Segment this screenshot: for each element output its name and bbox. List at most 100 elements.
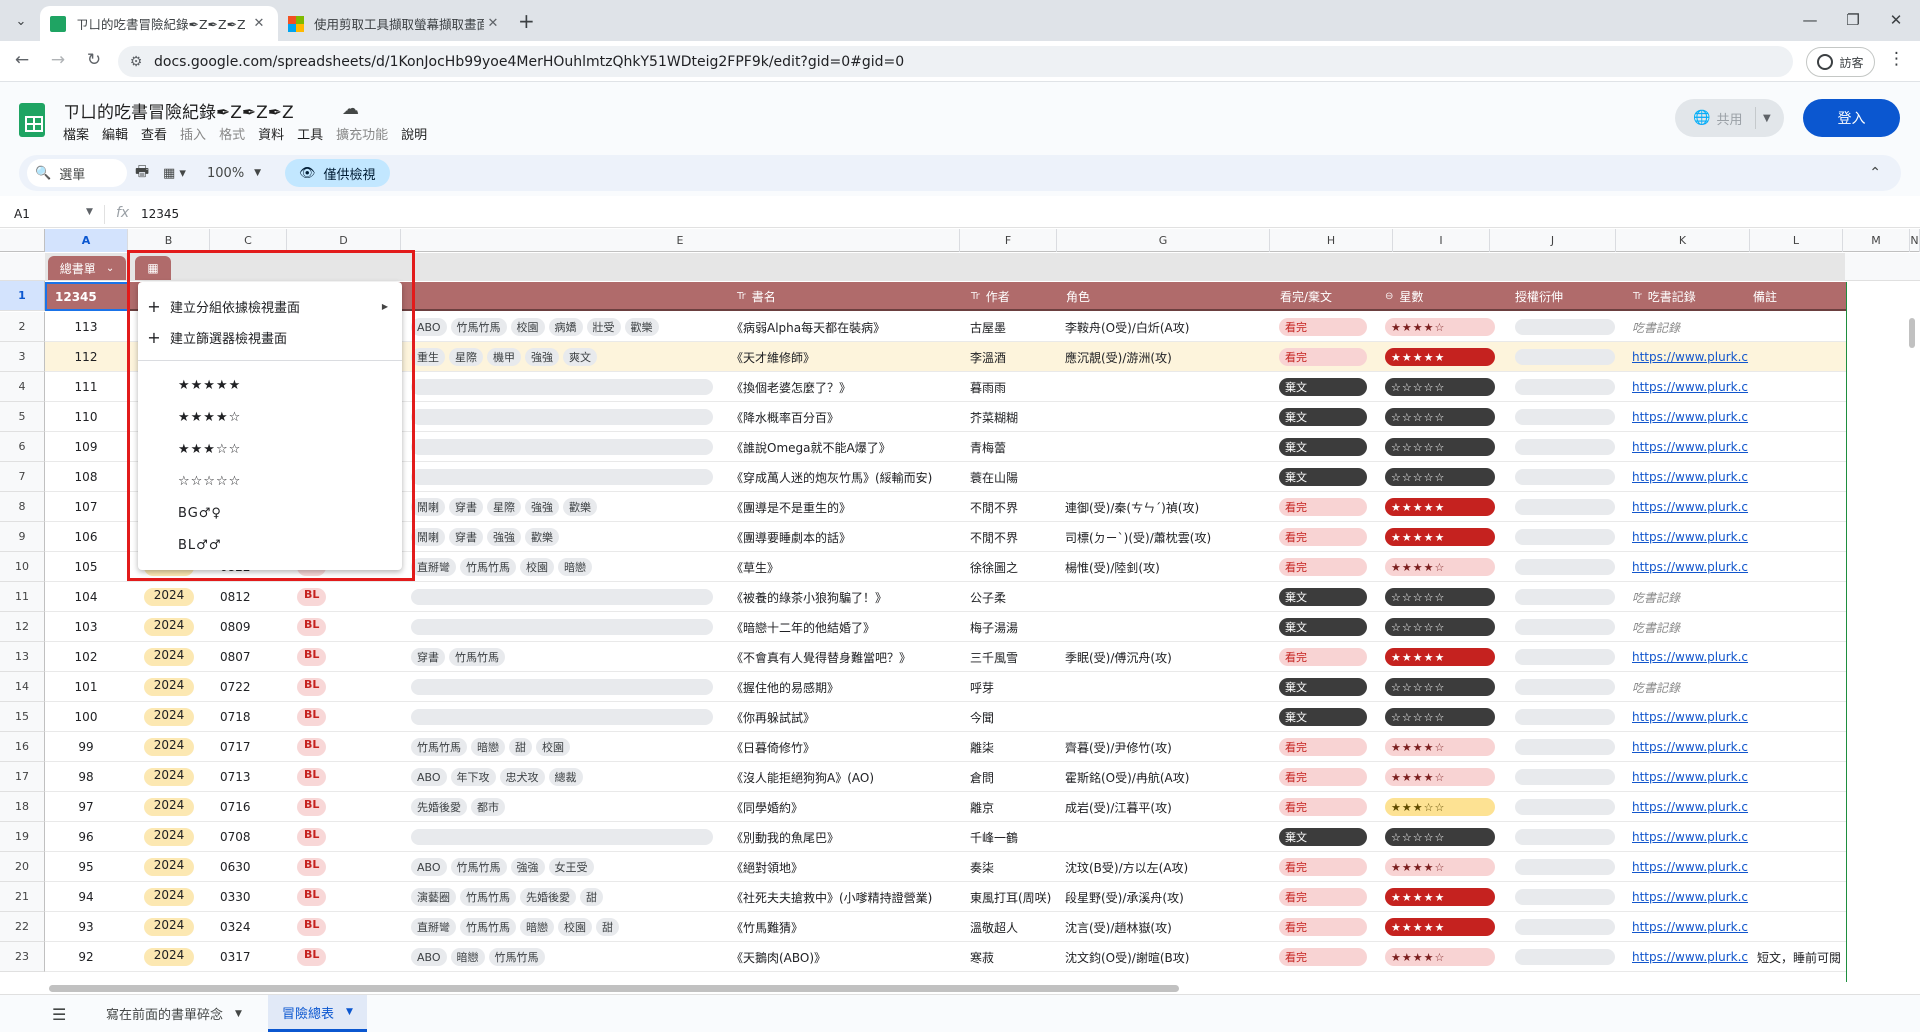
- id-cell[interactable]: 105: [45, 552, 127, 582]
- scroll-thumb[interactable]: [49, 985, 1179, 992]
- record-cell[interactable]: https://www.plurk.c: [1632, 342, 1755, 372]
- record-cell[interactable]: https://www.plurk.c: [1632, 552, 1755, 582]
- auth-cell[interactable]: [1515, 702, 1635, 732]
- status-cell[interactable]: 看完: [1279, 522, 1379, 552]
- tags-cell[interactable]: [411, 672, 751, 702]
- year-cell[interactable]: 2024: [128, 672, 210, 702]
- status-cell[interactable]: 看完: [1279, 852, 1379, 882]
- row-header[interactable]: 13: [0, 642, 45, 672]
- table-row[interactable]: 98 2024 0713 BL ABO 年下攻 忠犬攻 總裁 《沒人能拒絕狗狗A》(AO) 倉問霍…: [45, 762, 1846, 792]
- table-row[interactable]: 102 2024 0807 BL 穿書 竹馬竹馬 《不會真有人覺得替身難當吧？》 三千風雪 季眠…: [45, 642, 1846, 672]
- url-omnibox[interactable]: ⚙ docs.google.com/spreadsheets/d/1KonJoc…: [118, 46, 1793, 77]
- tags-cell[interactable]: 鬧喇 穿書 星際 強強 歡樂: [411, 492, 751, 522]
- date-cell[interactable]: 0330: [220, 882, 290, 912]
- table-row[interactable]: 96 2024 0708 BL 《別動我的魚尾巴》 千峰一鶴 棄文 ☆☆☆☆☆ https://…: [45, 822, 1846, 852]
- share-dropdown-icon[interactable]: ▼: [1763, 113, 1771, 124]
- book-cell[interactable]: 《降水概率百分百》: [731, 402, 1001, 432]
- year-cell[interactable]: 2024: [128, 732, 210, 762]
- category-cell[interactable]: BL: [297, 642, 357, 672]
- column-header-k[interactable]: K: [1616, 229, 1750, 252]
- status-cell[interactable]: 看完: [1279, 492, 1379, 522]
- role-cell[interactable]: 霍斯銘(O受)/冉航(A攻): [1065, 762, 1280, 792]
- author-cell[interactable]: 東風打耳(周咲): [970, 882, 1065, 912]
- table-tools-icon[interactable]: ▦ ▾: [163, 155, 186, 191]
- status-cell[interactable]: 棄文: [1279, 702, 1379, 732]
- auth-cell[interactable]: [1515, 792, 1635, 822]
- browser-tab-sheets[interactable]: ㄗㄩ的吃書冒險紀錄✒Z✒Z✒Z ✕: [40, 6, 278, 41]
- status-cell[interactable]: 看完: [1279, 642, 1379, 672]
- date-cell[interactable]: 0630: [220, 852, 290, 882]
- stars-cell[interactable]: ★★★☆☆: [1385, 792, 1510, 822]
- date-cell[interactable]: 0807: [220, 642, 290, 672]
- remark-cell[interactable]: [1757, 582, 1847, 612]
- row-header[interactable]: 7: [0, 462, 45, 492]
- column-header-g[interactable]: G: [1057, 229, 1270, 252]
- category-cell[interactable]: BL: [297, 672, 357, 702]
- remark-cell[interactable]: [1757, 612, 1847, 642]
- forward-arrow-icon[interactable]: →: [46, 50, 70, 70]
- row-header[interactable]: 3: [0, 342, 45, 372]
- tags-cell[interactable]: ABO 竹馬竹馬 校園 病嬌 壯受 歡樂: [411, 312, 751, 342]
- remark-cell[interactable]: [1757, 402, 1847, 432]
- remark-cell[interactable]: [1757, 342, 1847, 372]
- tags-cell[interactable]: [411, 612, 751, 642]
- author-cell[interactable]: 青梅蕾: [970, 432, 1065, 462]
- stars-cell[interactable]: ☆☆☆☆☆: [1385, 462, 1510, 492]
- back-arrow-icon[interactable]: ←: [10, 50, 34, 70]
- remark-cell[interactable]: [1757, 822, 1847, 852]
- auth-cell[interactable]: [1515, 312, 1635, 342]
- remark-cell[interactable]: [1757, 462, 1847, 492]
- menu-insert[interactable]: 插入: [180, 124, 206, 143]
- row-header[interactable]: 12: [0, 612, 45, 642]
- author-cell[interactable]: 溫敬超人: [970, 912, 1065, 942]
- document-title[interactable]: ㄗㄩ的吃書冒險紀錄✒Z✒Z✒Z: [63, 98, 294, 123]
- id-cell[interactable]: 92: [45, 942, 127, 972]
- year-cell[interactable]: 2024: [128, 762, 210, 792]
- browser-tab-snipping[interactable]: 使用剪取工具擷取螢幕擷取畫面 ✕: [278, 6, 512, 41]
- row-header[interactable]: 22: [0, 912, 45, 942]
- row-header[interactable]: 11: [0, 582, 45, 612]
- id-cell[interactable]: 103: [45, 612, 127, 642]
- remark-cell[interactable]: [1757, 642, 1847, 672]
- record-cell[interactable]: 吃書記錄: [1632, 312, 1755, 342]
- scroll-thumb[interactable]: [1909, 318, 1915, 348]
- tab-search-chevron-icon[interactable]: ⌄: [8, 8, 34, 34]
- date-cell[interactable]: 0718: [220, 702, 290, 732]
- row-header[interactable]: 20: [0, 852, 45, 882]
- role-cell[interactable]: 成岩(受)/江暮平(攻): [1065, 792, 1280, 822]
- id-cell[interactable]: 108: [45, 462, 127, 492]
- book-cell[interactable]: 《天鵝肉(ABO)》: [731, 942, 1001, 972]
- author-cell[interactable]: 呼芽: [970, 672, 1065, 702]
- column-header-d[interactable]: D: [287, 229, 401, 252]
- book-cell[interactable]: 《竹馬難猜》: [731, 912, 1001, 942]
- column-header-b[interactable]: B: [128, 229, 210, 252]
- id-cell[interactable]: 112: [45, 342, 127, 372]
- status-cell[interactable]: 棄文: [1279, 432, 1379, 462]
- browser-menu-icon[interactable]: ⋮: [1888, 49, 1905, 69]
- year-cell[interactable]: 2024: [128, 912, 210, 942]
- category-cell[interactable]: BL: [297, 582, 357, 612]
- column-header-e[interactable]: E: [401, 229, 960, 252]
- auth-cell[interactable]: [1515, 882, 1635, 912]
- cloud-status-icon[interactable]: ☁: [342, 99, 359, 119]
- date-cell[interactable]: 0722: [220, 672, 290, 702]
- role-cell[interactable]: [1065, 582, 1280, 612]
- year-cell[interactable]: 2024: [128, 822, 210, 852]
- role-cell[interactable]: 李鞍舟(O受)/白炘(A攻): [1065, 312, 1280, 342]
- category-cell[interactable]: BL: [297, 912, 357, 942]
- tags-cell[interactable]: 直掰彎 竹馬竹馬 校園 暗戀: [411, 552, 751, 582]
- record-cell[interactable]: https://www.plurk.c: [1632, 432, 1755, 462]
- table-row[interactable]: 92 2024 0317 BL ABO 暗戀 竹馬竹馬 《天鵝肉(ABO)》 寒菽 沈文鈞(O受)…: [45, 942, 1846, 972]
- site-info-icon[interactable]: ⚙: [118, 54, 154, 70]
- header-stars[interactable]: ⊖ 星數: [1379, 282, 1423, 311]
- role-cell[interactable]: 應沉靚(受)/游洲(攻): [1065, 342, 1280, 372]
- status-cell[interactable]: 棄文: [1279, 402, 1379, 432]
- role-cell[interactable]: [1065, 462, 1280, 492]
- book-cell[interactable]: 《團導是不是重生的》: [731, 492, 1001, 522]
- auth-cell[interactable]: [1515, 672, 1635, 702]
- role-cell[interactable]: 沈言(受)/趙林嶽(攻): [1065, 912, 1280, 942]
- header-book[interactable]: Tr 書名: [731, 282, 776, 311]
- status-cell[interactable]: 棄文: [1279, 822, 1379, 852]
- row-header[interactable]: 5: [0, 402, 45, 432]
- book-cell[interactable]: 《同學婚約》: [731, 792, 1001, 822]
